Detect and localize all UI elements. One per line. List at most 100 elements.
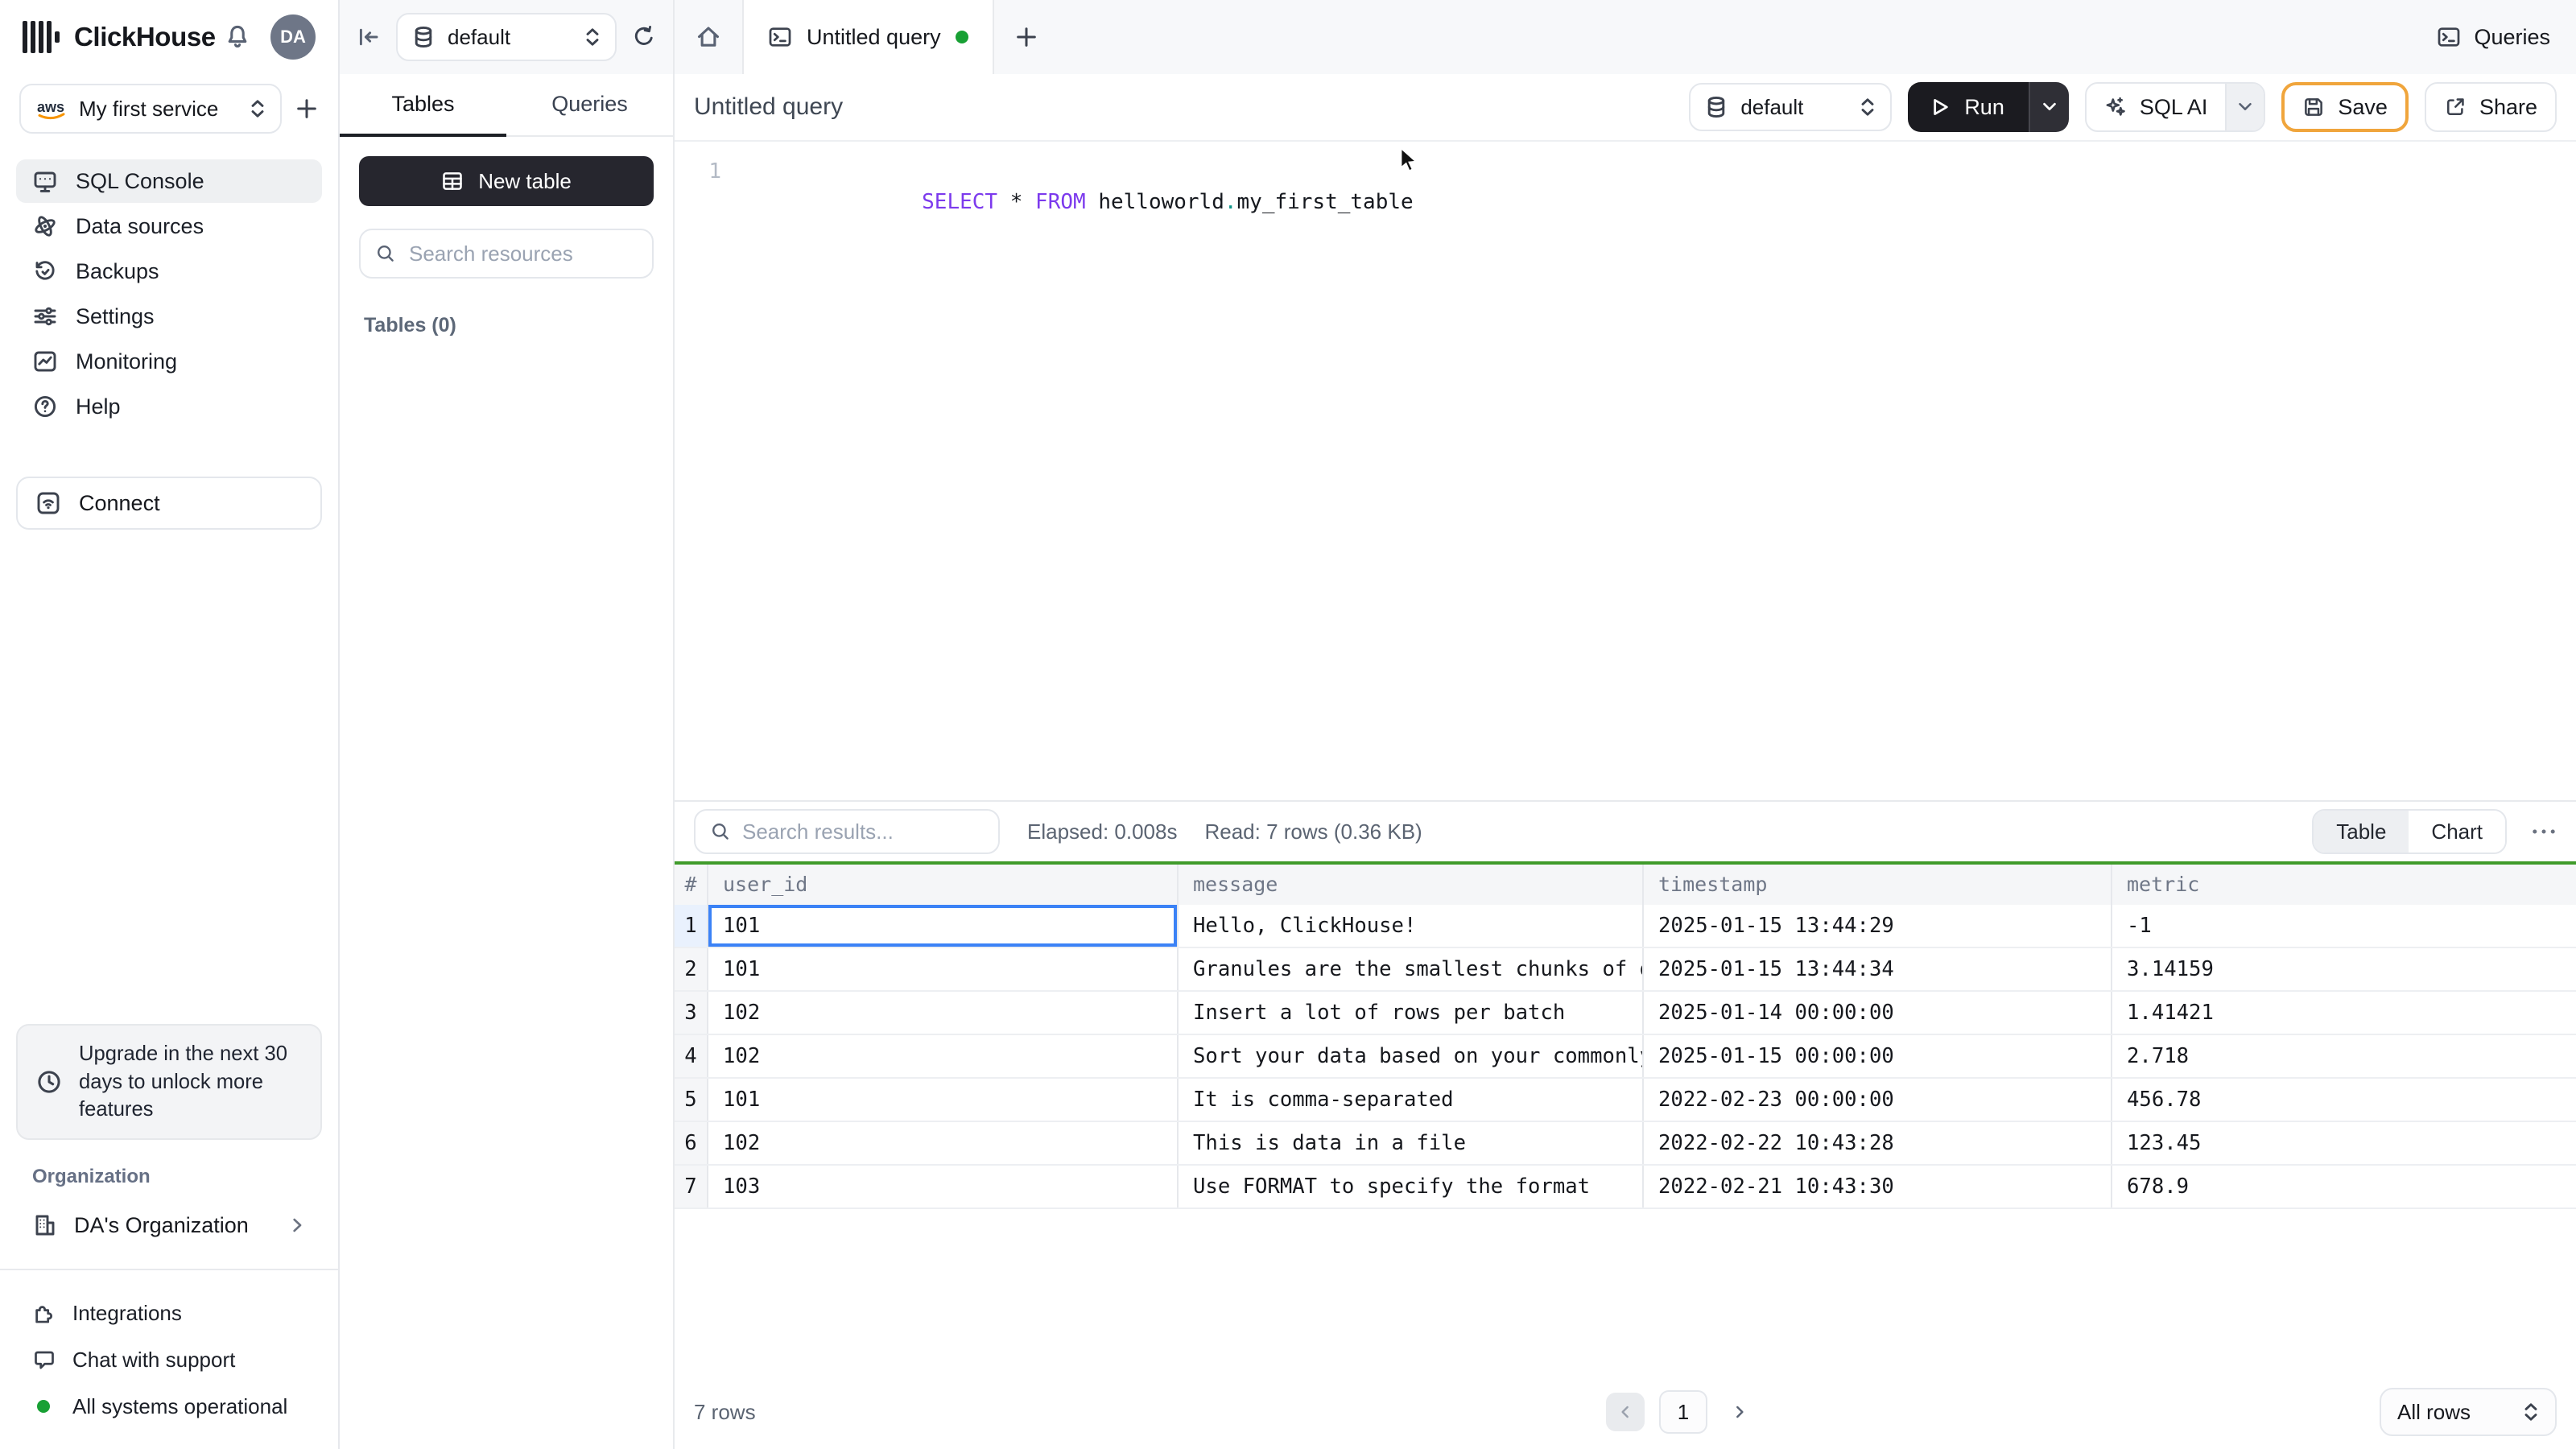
new-table-button[interactable]: New table xyxy=(359,156,654,206)
home-icon[interactable] xyxy=(675,0,742,74)
timestamp-cell[interactable]: 2025-01-14 00:00:00 xyxy=(1644,992,2112,1034)
timestamp-cell[interactable]: 2025-01-15 13:44:34 xyxy=(1644,948,2112,990)
results-rows: 1 101 Hello, ClickHouse! 2025-01-15 13:4… xyxy=(675,905,2576,1209)
table-row: 7 103 Use FORMAT to specify the format 2… xyxy=(675,1166,2576,1209)
clock-icon xyxy=(38,1071,60,1093)
tab-untitled-query[interactable]: Untitled query xyxy=(742,0,994,74)
column-header-metric[interactable]: metric xyxy=(2112,865,2576,905)
message-cell[interactable]: Use FORMAT to specify the format xyxy=(1179,1166,1644,1208)
database-selector-query[interactable]: default xyxy=(1689,83,1893,131)
sql-editor-line[interactable]: 1 SELECT * FROM helloworld.my_first_tabl… xyxy=(675,156,2576,248)
user-avatar[interactable]: DA xyxy=(270,14,316,60)
message-cell[interactable]: Hello, ClickHouse! xyxy=(1179,905,1644,947)
view-toggle-table[interactable]: Table xyxy=(2314,811,2409,852)
metric-cell[interactable]: 123.45 xyxy=(2112,1122,2576,1164)
sidebar-item-sql-console[interactable]: SQL Console xyxy=(16,159,322,203)
chevron-updown-icon xyxy=(586,28,599,46)
user-id-cell[interactable]: 103 xyxy=(708,1166,1179,1208)
new-tab-button[interactable] xyxy=(994,0,1059,74)
message-cell[interactable]: Insert a lot of rows per batch xyxy=(1179,992,1644,1034)
metric-cell[interactable]: 456.78 xyxy=(2112,1079,2576,1121)
connect-button[interactable]: Connect xyxy=(16,477,322,530)
timestamp-cell[interactable]: 2025-01-15 00:00:00 xyxy=(1644,1035,2112,1077)
sidebar-item-settings[interactable]: Settings xyxy=(16,295,322,338)
message-cell[interactable]: This is data in a file xyxy=(1179,1122,1644,1164)
connect-label: Connect xyxy=(79,490,160,515)
timestamp-cell[interactable]: 2022-02-21 10:43:30 xyxy=(1644,1166,2112,1208)
results-search-input[interactable] xyxy=(742,819,984,844)
save-floppy-icon xyxy=(2305,98,2323,116)
current-page-button[interactable]: 1 xyxy=(1659,1390,1707,1434)
metric-cell[interactable]: -1 xyxy=(2112,905,2576,947)
row-index-cell: 1 xyxy=(675,905,708,947)
sidebar-item-help[interactable]: Help xyxy=(16,385,322,428)
view-toggle-chart[interactable]: Chart xyxy=(2409,811,2505,852)
resource-search-input[interactable] xyxy=(409,241,638,266)
sql-schema: helloworld xyxy=(1085,190,1224,214)
run-options-caret[interactable] xyxy=(2028,82,2069,132)
tab-queries[interactable]: Queries xyxy=(506,74,673,137)
queries-button-label: Queries xyxy=(2474,24,2550,49)
message-cell[interactable]: Sort your data based on your commonly-us… xyxy=(1179,1035,1644,1077)
sidebar-item-monitoring[interactable]: Monitoring xyxy=(16,340,322,383)
green-status-dot xyxy=(37,1400,50,1413)
table-row: 4 102 Sort your data based on your commo… xyxy=(675,1035,2576,1079)
message-cell[interactable]: It is comma-separated xyxy=(1179,1079,1644,1121)
table-grid-icon xyxy=(443,172,462,190)
chat-bubble-icon xyxy=(35,1351,54,1369)
service-selector[interactable]: aws My first service xyxy=(19,84,282,134)
search-icon xyxy=(712,824,729,840)
notifications-bell-icon[interactable] xyxy=(224,23,251,51)
sql-ai-caret[interactable] xyxy=(2225,84,2264,130)
tab-tables[interactable]: Tables xyxy=(340,74,506,137)
timestamp-cell[interactable]: 2022-02-22 10:43:28 xyxy=(1644,1122,2112,1164)
next-page-button[interactable] xyxy=(1722,1394,1757,1430)
sidebar-link-integrations[interactable]: Integrations xyxy=(32,1293,306,1333)
share-button[interactable]: Share xyxy=(2424,82,2557,132)
user-id-cell[interactable]: 102 xyxy=(708,1122,1179,1164)
message-cell[interactable]: Granules are the smallest chunks of data… xyxy=(1179,948,1644,990)
table-row: 2 101 Granules are the smallest chunks o… xyxy=(675,948,2576,992)
column-header-index[interactable]: # xyxy=(675,865,708,905)
aws-logo-icon: aws xyxy=(37,99,65,120)
user-id-cell[interactable]: 101 xyxy=(708,1079,1179,1121)
metric-cell[interactable]: 3.14159 xyxy=(2112,948,2576,990)
sql-editor[interactable]: 1 SELECT * FROM helloworld.my_first_tabl… xyxy=(675,142,2576,800)
sidebar-item-backups[interactable]: Backups xyxy=(16,250,322,293)
add-service-button[interactable] xyxy=(295,97,319,121)
metric-cell[interactable]: 2.718 xyxy=(2112,1035,2576,1077)
column-header-message[interactable]: message xyxy=(1179,865,1644,905)
column-header-user-id[interactable]: user_id xyxy=(708,865,1179,905)
column-header-timestamp[interactable]: timestamp xyxy=(1644,865,2112,905)
metric-cell[interactable]: 1.41421 xyxy=(2112,992,2576,1034)
previous-page-button[interactable] xyxy=(1606,1393,1645,1431)
timestamp-cell[interactable]: 2022-02-23 00:00:00 xyxy=(1644,1079,2112,1121)
results-more-menu-icon[interactable] xyxy=(2531,828,2557,836)
user-id-cell[interactable]: 101 xyxy=(708,948,1179,990)
queries-button[interactable]: Queries xyxy=(2411,0,2576,74)
user-id-cell[interactable]: 101 xyxy=(708,905,1179,947)
user-id-cell[interactable]: 102 xyxy=(708,992,1179,1034)
organization-row[interactable]: DA's Organization xyxy=(0,1201,338,1249)
sidebar-item-label: Help xyxy=(76,394,121,419)
run-button[interactable]: Run xyxy=(1908,82,2069,132)
results-search-box[interactable] xyxy=(694,809,1000,854)
upgrade-notice[interactable]: Upgrade in the next 30 days to unlock mo… xyxy=(16,1024,322,1140)
timestamp-cell[interactable]: 2025-01-15 13:44:29 xyxy=(1644,905,2112,947)
user-id-cell[interactable]: 102 xyxy=(708,1035,1179,1077)
collapse-panel-icon[interactable] xyxy=(356,24,382,50)
page-size-selector[interactable]: All rows xyxy=(2380,1388,2557,1436)
sidebar-link-chat-support[interactable]: Chat with support xyxy=(32,1340,306,1380)
refresh-icon[interactable] xyxy=(631,24,657,50)
results-toolbar: Elapsed: 0.008s Read: 7 rows (0.36 KB) T… xyxy=(675,800,2576,861)
organization-name: DA's Organization xyxy=(74,1212,249,1237)
table-row: 1 101 Hello, ClickHouse! 2025-01-15 13:4… xyxy=(675,905,2576,948)
metric-cell[interactable]: 678.9 xyxy=(2112,1166,2576,1208)
save-button[interactable]: Save xyxy=(2281,82,2409,132)
sidebar-item-data-sources[interactable]: Data sources xyxy=(16,204,322,248)
sql-ai-button[interactable]: SQL AI xyxy=(2084,82,2266,132)
database-selector-label: default xyxy=(1740,94,1804,119)
resource-search-box[interactable] xyxy=(359,229,654,279)
sidebar-link-system-status[interactable]: All systems operational xyxy=(32,1386,306,1426)
database-selector-topbar[interactable]: default xyxy=(396,13,617,61)
